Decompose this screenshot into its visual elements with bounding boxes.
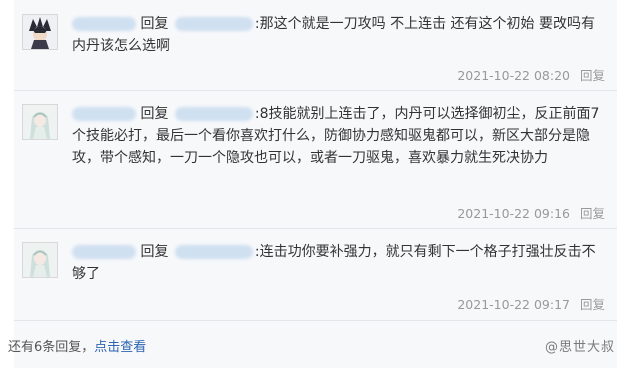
avatar[interactable]: [22, 104, 58, 140]
view-more-link[interactable]: 点击查看: [94, 340, 146, 355]
reply-content: 回复 :8技能就别上连击了，内丹可以选择御初尘，反正前面7个技能必打，最后一个看…: [72, 103, 605, 169]
more-replies-text: 还有6条回复，: [8, 340, 95, 355]
blurred-target-username[interactable]: [174, 245, 253, 259]
reply-button[interactable]: 回复: [580, 206, 605, 221]
reply-time: 2021-10-22 08:20: [457, 68, 570, 83]
reply-meta: 2021-10-22 09:17 回复: [451, 294, 605, 313]
watermark: @思世大叔: [544, 340, 615, 355]
reply-word: 回复: [140, 106, 169, 122]
reply-time: 2021-10-22 09:17: [457, 297, 570, 312]
user-avatar-image: [23, 105, 57, 139]
blurred-username[interactable]: [72, 107, 136, 121]
reply-content: 回复 :连击功你要补强力，就只有剩下一个格子打强壮反击不够了: [72, 241, 605, 285]
reply-item: 回复 :那这个就是一刀攻吗 不上连击 还有这个初始 要改吗有内丹该怎么选啊 20…: [14, 0, 617, 91]
reply-word: 回复: [140, 244, 169, 260]
reply-button[interactable]: 回复: [580, 68, 605, 83]
blurred-username[interactable]: [72, 17, 136, 31]
reply-meta: 2021-10-22 08:20 回复: [451, 65, 605, 84]
reply-time: 2021-10-22 09:16: [457, 206, 570, 221]
reply-item: 回复 :连击功你要补强力，就只有剩下一个格子打强壮反击不够了 2021-10-2…: [14, 228, 617, 321]
blurred-target-username[interactable]: [174, 107, 253, 121]
blurred-target-username[interactable]: [174, 17, 253, 31]
reply-item: 回复 :8技能就别上连击了，内丹可以选择御初尘，反正前面7个技能必打，最后一个看…: [14, 90, 617, 229]
reply-word: 回复: [140, 16, 169, 32]
reply-button[interactable]: 回复: [580, 297, 605, 312]
reply-content: 回复 :那这个就是一刀攻吗 不上连击 还有这个初始 要改吗有内丹该怎么选啊: [72, 13, 605, 57]
more-replies: 还有6条回复，点击查看: [8, 336, 146, 355]
reply-panel: 回复 :那这个就是一刀攻吗 不上连击 还有这个初始 要改吗有内丹该怎么选啊 20…: [14, 0, 617, 368]
blurred-username[interactable]: [72, 245, 136, 259]
user-avatar-image: [23, 15, 57, 49]
reply-meta: 2021-10-22 09:16 回复: [451, 203, 605, 222]
avatar[interactable]: [22, 242, 58, 278]
user-avatar-image: [23, 243, 57, 277]
avatar[interactable]: [22, 14, 58, 50]
